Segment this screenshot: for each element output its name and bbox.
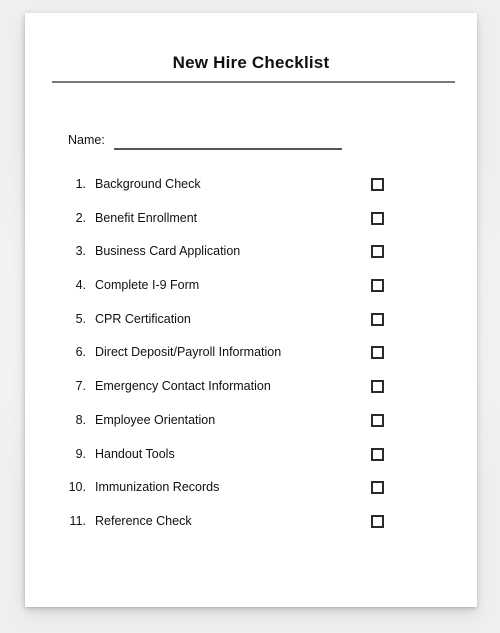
checklist-item-label: Emergency Contact Information bbox=[95, 379, 271, 394]
checkbox-icon[interactable] bbox=[371, 279, 384, 293]
checklist-row: 5. CPR Certification bbox=[25, 312, 477, 346]
checklist-row: 4. Complete I-9 Form bbox=[25, 278, 477, 312]
checklist-item-label: Employee Orientation bbox=[95, 412, 216, 427]
checklist-row: 7. Emergency Contact Information bbox=[25, 379, 477, 413]
checklist-item-number: 1. bbox=[75, 177, 86, 191]
checklist: 1. Background Check 2. Benefit Enrollment 3.… bbox=[25, 177, 477, 548]
checklist-item-number: 8. bbox=[75, 412, 86, 427]
document-page: New Hire Checklist Name: 1. Background Ch… bbox=[25, 13, 477, 607]
checklist-row: 3. Business Card Application bbox=[25, 244, 477, 278]
checklist-item-label: Background Check bbox=[95, 177, 201, 191]
checklist-row: 6. Direct Deposit/Payroll Information bbox=[25, 345, 477, 379]
checklist-item-label: Business Card Application bbox=[95, 244, 241, 259]
checklist-item-number: 4. bbox=[75, 278, 86, 293]
checklist-item-label: Immunization Records bbox=[95, 480, 220, 495]
checkbox-icon[interactable] bbox=[371, 346, 384, 360]
checklist-item-number: 7. bbox=[75, 379, 86, 394]
checkbox-icon[interactable] bbox=[371, 245, 384, 259]
checklist-item-number: 10. bbox=[68, 480, 86, 495]
checkbox-icon[interactable] bbox=[371, 481, 384, 495]
checklist-item-label: Direct Deposit/Payroll Information bbox=[95, 345, 282, 360]
checklist-item-label: Complete I-9 Form bbox=[95, 278, 200, 293]
checkbox-icon[interactable] bbox=[371, 380, 384, 394]
checklist-item-number: 11. bbox=[69, 513, 86, 528]
name-field-row: Name: bbox=[68, 133, 398, 155]
checklist-row: 8. Employee Orientation bbox=[25, 413, 477, 447]
checklist-item-label: Reference Check bbox=[95, 513, 192, 528]
checklist-row: 11. Reference Check bbox=[25, 514, 477, 548]
checklist-row: 9. Handout Tools bbox=[25, 447, 477, 481]
checklist-item-number: 2. bbox=[75, 210, 86, 225]
checkbox-icon[interactable] bbox=[371, 514, 384, 528]
name-field-label: Name: bbox=[68, 133, 105, 147]
checkbox-icon[interactable] bbox=[371, 211, 384, 225]
checklist-row: 1. Background Check bbox=[25, 177, 477, 211]
checkbox-icon[interactable] bbox=[371, 178, 384, 191]
checklist-item-label: Handout Tools bbox=[95, 446, 175, 461]
checklist-item-number: 9. bbox=[75, 446, 86, 461]
checkbox-icon[interactable] bbox=[371, 447, 384, 461]
checklist-row: 2. Benefit Enrollment bbox=[25, 211, 477, 245]
checkbox-icon[interactable] bbox=[371, 413, 384, 427]
page-title: New Hire Checklist bbox=[172, 53, 330, 72]
checklist-item-label: Benefit Enrollment bbox=[95, 210, 198, 225]
checklist-item-number: 3. bbox=[75, 244, 86, 259]
checklist-item-number: 5. bbox=[75, 311, 86, 326]
checkbox-icon[interactable] bbox=[371, 312, 384, 326]
checklist-item-number: 6. bbox=[75, 345, 86, 360]
title-divider bbox=[52, 81, 455, 83]
checklist-item-label: CPR Certification bbox=[95, 311, 191, 326]
checklist-row: 10. Immunization Records bbox=[25, 480, 477, 514]
name-input-line[interactable] bbox=[114, 148, 342, 150]
